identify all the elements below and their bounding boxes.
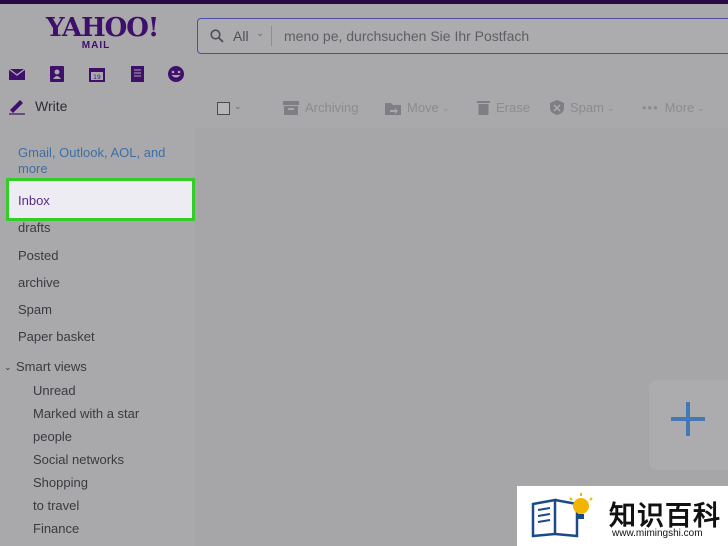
logo-main-text: YAHOO!: [46, 13, 159, 43]
compose-label: Write: [35, 98, 68, 114]
move-label: Move: [407, 100, 439, 115]
sidebar-item-trash[interactable]: Paper basket: [18, 329, 95, 344]
erase-label: Erase: [496, 100, 530, 115]
add-button[interactable]: [649, 380, 728, 470]
search-input[interactable]: [284, 27, 704, 45]
plus-icon: [671, 402, 705, 436]
chevron-down-icon: ⌄: [697, 103, 705, 113]
smart-view-item[interactable]: people: [33, 429, 72, 444]
book-lightbulb-logo: [531, 493, 593, 538]
smart-views-header[interactable]: ⌄ Smart views: [4, 359, 87, 374]
sidebar: Write Gmail, Outlook, AOL, and more Inbo…: [0, 88, 195, 546]
move-button[interactable]: Move ⌄: [385, 100, 449, 115]
erase-button[interactable]: Erase: [477, 100, 530, 115]
sidebar-item-inbox[interactable]: Inbox: [6, 178, 195, 221]
folder-move-icon: [385, 103, 401, 115]
chevron-down-icon[interactable]: ⌄: [256, 28, 264, 39]
mail-icon[interactable]: [8, 65, 26, 83]
smart-view-item[interactable]: to travel: [33, 498, 79, 513]
trash-icon: [477, 101, 490, 115]
pencil-icon: [9, 100, 25, 115]
more-dots-icon: •••: [642, 100, 659, 115]
notepad-icon[interactable]: [128, 65, 146, 83]
smart-views-title: Smart views: [16, 359, 87, 374]
chevron-down-icon: ⌄: [441, 103, 450, 113]
sidebar-item-posted[interactable]: Posted: [18, 248, 58, 263]
smart-view-item[interactable]: Unread: [33, 383, 76, 398]
smart-view-item[interactable]: Social networks: [33, 452, 124, 467]
spam-label: Spam: [570, 100, 604, 115]
archive-label: Archiving: [305, 100, 359, 115]
sidebar-item-archive[interactable]: archive: [18, 275, 60, 290]
svg-text:19: 19: [93, 74, 101, 81]
more-button[interactable]: ••• More ⌄: [642, 100, 705, 115]
messenger-icon[interactable]: [167, 65, 185, 83]
chevron-down-icon: ⌄: [4, 362, 12, 372]
add-accounts-link[interactable]: Gmail, Outlook, AOL, and more: [18, 145, 168, 177]
sidebar-item-label: Inbox: [18, 193, 50, 208]
search-bar: All ⌄: [197, 18, 728, 54]
message-list: [195, 128, 728, 546]
sidebar-item-spam[interactable]: Spam: [18, 302, 52, 317]
search-scope-select[interactable]: All: [233, 28, 249, 44]
yahoo-mail-logo[interactable]: YAHOO! MAIL: [46, 13, 159, 51]
message-toolbar: ⌄ Archiving Move ⌄ Erase Spam ⌄ ••• More…: [195, 88, 728, 128]
more-label: More: [664, 100, 695, 115]
shield-icon: [550, 100, 564, 115]
sidebar-item-drafts[interactable]: drafts: [18, 220, 51, 235]
smart-view-item[interactable]: Finance: [33, 521, 79, 536]
calendar-icon[interactable]: 19: [88, 65, 106, 83]
watermark-url: www.mimingshi.com: [612, 528, 703, 539]
smart-view-item[interactable]: Marked with a star: [33, 406, 139, 421]
spam-button[interactable]: Spam ⌄: [550, 100, 615, 115]
chevron-down-icon: ⌄: [606, 103, 615, 113]
archive-button[interactable]: Archiving: [283, 100, 358, 115]
chevron-down-icon[interactable]: ⌄: [234, 101, 242, 112]
search-divider: [271, 26, 272, 46]
watermark: 知识百科 www.mimingshi.com: [517, 486, 728, 546]
search-icon[interactable]: [210, 29, 224, 43]
smart-view-item[interactable]: Shopping: [33, 475, 88, 490]
select-all-checkbox[interactable]: [217, 102, 230, 115]
message-list-pane: ⌄ Archiving Move ⌄ Erase Spam ⌄ ••• More…: [195, 88, 728, 546]
header: YAHOO! MAIL All ⌄ 19: [0, 4, 728, 88]
archive-icon: [283, 101, 299, 115]
contacts-icon[interactable]: [48, 65, 66, 83]
